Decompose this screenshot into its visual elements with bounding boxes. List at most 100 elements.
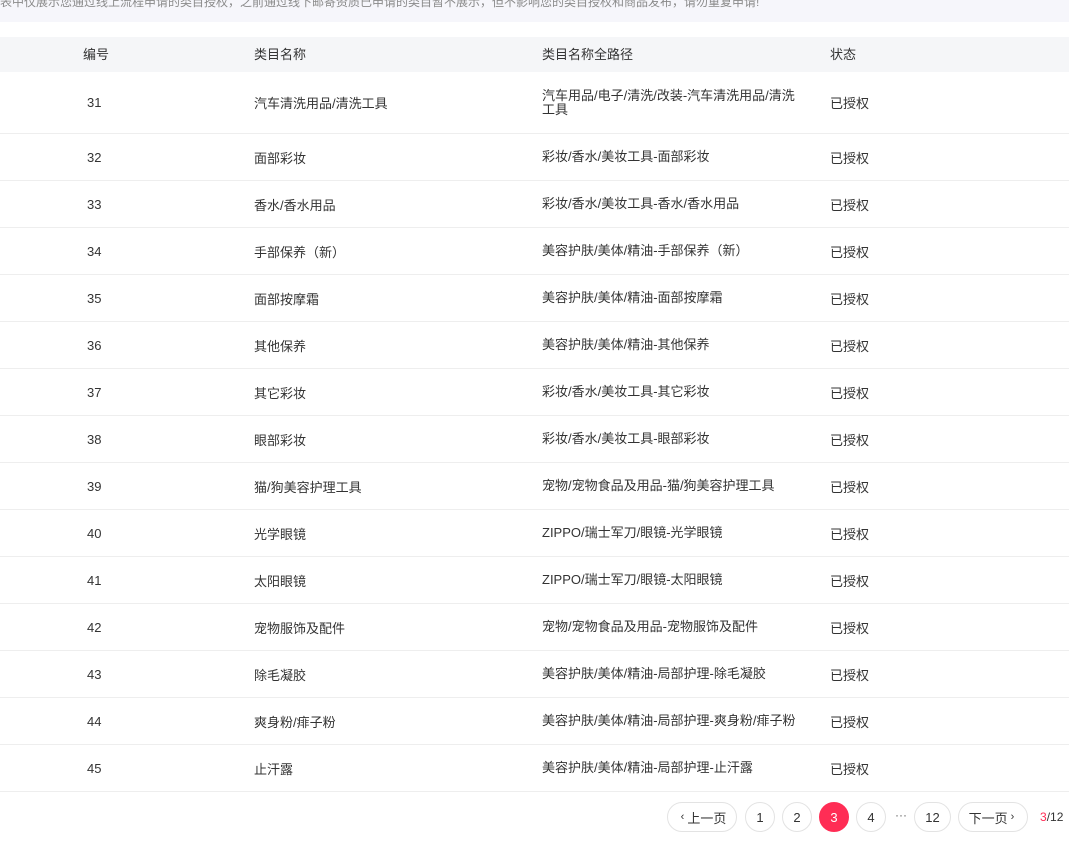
row-name: 宠物服饰及配件: [254, 620, 346, 636]
row-name: 汽车清洗用品/清洗工具: [254, 96, 388, 111]
page-button-2[interactable]: 2: [782, 802, 812, 832]
row-path: ZIPPO/瑞士军刀/眼镜-光学眼镜: [542, 525, 723, 540]
page-button-1[interactable]: 1: [745, 802, 775, 832]
current-page-number: 3: [1040, 810, 1047, 824]
row-status: 已授权: [830, 385, 870, 401]
category-auth-page: 表中仅展示您通过线上流程申请的类目授权，之前通过线下邮寄资质已申请的类目暂不展示…: [0, 0, 1069, 851]
table-row: 33 香水/香水用品 彩妆/香水/美妆工具-香水/香水用品 已授权: [0, 181, 1069, 228]
notice-banner: 表中仅展示您通过线上流程申请的类目授权，之前通过线下邮寄资质已申请的类目暂不展示…: [0, 0, 1069, 22]
row-name: 除毛凝胶: [254, 667, 307, 683]
table-row: 41 太阳眼镜 ZIPPO/瑞士军刀/眼镜-太阳眼镜 已授权: [0, 557, 1069, 604]
row-status: 已授权: [830, 96, 870, 111]
table-row: 31 汽车清洗用品/清洗工具 汽车用品/电子/清洗/改装-汽车清洗用品/清洗工具…: [0, 72, 1069, 134]
row-id: 31: [87, 95, 102, 110]
row-id: 36: [87, 337, 102, 353]
header-status: 状态: [830, 47, 857, 62]
row-id: 32: [87, 149, 102, 165]
row-path: 美容护肤/美体/精油-局部护理-爽身粉/痱子粉: [542, 713, 796, 728]
table-row: 44 爽身粉/痱子粉 美容护肤/美体/精油-局部护理-爽身粉/痱子粉 已授权: [0, 698, 1069, 745]
row-id: 45: [87, 760, 102, 776]
row-id: 34: [87, 243, 102, 259]
table-row: 34 手部保养（新） 美容护肤/美体/精油-手部保养（新） 已授权: [0, 228, 1069, 275]
header-name: 类目名称: [254, 47, 307, 62]
row-path: 彩妆/香水/美妆工具-眼部彩妆: [542, 431, 710, 446]
row-status: 已授权: [830, 479, 870, 495]
next-page-label: 下一页: [968, 810, 1008, 826]
row-path: 宠物/宠物食品及用品-猫/狗美容护理工具: [542, 478, 775, 493]
row-path: 美容护肤/美体/精油-其他保养: [542, 337, 710, 352]
row-name: 太阳眼镜: [254, 573, 307, 589]
table-row: 39 猫/狗美容护理工具 宠物/宠物食品及用品-猫/狗美容护理工具 已授权: [0, 463, 1069, 510]
row-path: 美容护肤/美体/精油-面部按摩霜: [542, 290, 723, 305]
row-status: 已授权: [830, 714, 870, 730]
row-id: 44: [87, 713, 102, 729]
table-row: 40 光学眼镜 ZIPPO/瑞士军刀/眼镜-光学眼镜 已授权: [0, 510, 1069, 557]
prev-page-button[interactable]: ‹ 上一页: [667, 802, 737, 832]
table-row: 36 其他保养 美容护肤/美体/精油-其他保养 已授权: [0, 322, 1069, 369]
table-row: 42 宠物服饰及配件 宠物/宠物食品及用品-宠物服饰及配件 已授权: [0, 604, 1069, 651]
row-path: 美容护肤/美体/精油-局部护理-除毛凝胶: [542, 666, 766, 681]
row-id: 41: [87, 572, 102, 588]
row-status: 已授权: [830, 244, 870, 260]
table-row: 32 面部彩妆 彩妆/香水/美妆工具-面部彩妆 已授权: [0, 134, 1069, 181]
row-status: 已授权: [830, 197, 870, 213]
row-path: ZIPPO/瑞士军刀/眼镜-太阳眼镜: [542, 572, 723, 587]
row-name: 爽身粉/痱子粉: [254, 714, 336, 730]
row-status: 已授权: [830, 150, 870, 166]
row-name: 面部按摩霜: [254, 291, 320, 307]
row-status: 已授权: [830, 338, 870, 354]
row-path: 汽车用品/电子/清洗/改装-汽车清洗用品/清洗工具: [542, 87, 795, 117]
row-status: 已授权: [830, 761, 870, 777]
table-row: 45 止汗露 美容护肤/美体/精油-局部护理-止汗露 已授权: [0, 745, 1069, 792]
row-name: 手部保养（新）: [254, 244, 346, 260]
notice-text: 表中仅展示您通过线上流程申请的类目授权，之前通过线下邮寄资质已申请的类目暂不展示…: [0, 0, 760, 9]
row-path: 宠物/宠物食品及用品-宠物服饰及配件: [542, 619, 758, 634]
row-path: 彩妆/香水/美妆工具-面部彩妆: [542, 149, 710, 164]
row-name: 光学眼镜: [254, 526, 307, 542]
row-name: 猫/狗美容护理工具: [254, 479, 362, 495]
row-name: 止汗露: [254, 761, 294, 777]
page-button-3-current[interactable]: 3: [819, 802, 849, 832]
page-button-4[interactable]: 4: [856, 802, 886, 832]
row-name: 香水/香水用品: [254, 197, 336, 213]
pagination: ‹ 上一页 1 2 3 4 ··· 12 下一页 › 3/12: [0, 802, 1069, 832]
chevron-left-icon: ‹: [680, 811, 685, 823]
row-status: 已授权: [830, 526, 870, 542]
row-path: 彩妆/香水/美妆工具-香水/香水用品: [542, 196, 740, 211]
row-status: 已授权: [830, 573, 870, 589]
row-id: 40: [87, 525, 102, 541]
row-id: 35: [87, 290, 102, 306]
row-status: 已授权: [830, 620, 870, 636]
page-ellipsis: ···: [895, 808, 907, 822]
table-row: 35 面部按摩霜 美容护肤/美体/精油-面部按摩霜 已授权: [0, 275, 1069, 322]
table-body: 31 汽车清洗用品/清洗工具 汽车用品/电子/清洗/改装-汽车清洗用品/清洗工具…: [0, 72, 1069, 792]
row-path: 美容护肤/美体/精油-手部保养（新）: [542, 243, 749, 258]
total-pages: /12: [1046, 810, 1064, 824]
row-name: 面部彩妆: [254, 150, 307, 166]
row-name: 其它彩妆: [254, 385, 307, 401]
page-button-12[interactable]: 12: [914, 802, 951, 832]
row-path: 彩妆/香水/美妆工具-其它彩妆: [542, 384, 710, 399]
row-id: 43: [87, 666, 102, 682]
prev-page-label: 上一页: [687, 810, 727, 826]
chevron-right-icon: ›: [1010, 811, 1015, 823]
row-status: 已授权: [830, 432, 870, 448]
row-id: 37: [87, 384, 102, 400]
row-status: 已授权: [830, 667, 870, 683]
row-path: 美容护肤/美体/精油-局部护理-止汗露: [542, 760, 753, 775]
category-table: 编号 类目名称 类目名称全路径 状态 31 汽车清洗用品/清洗工具 汽车用品/电…: [0, 37, 1069, 792]
table-row: 38 眼部彩妆 彩妆/香水/美妆工具-眼部彩妆 已授权: [0, 416, 1069, 463]
row-id: 39: [87, 478, 102, 494]
table-row: 37 其它彩妆 彩妆/香水/美妆工具-其它彩妆 已授权: [0, 369, 1069, 416]
header-path: 类目名称全路径: [542, 47, 634, 62]
row-name: 眼部彩妆: [254, 432, 307, 448]
table-header: 编号 类目名称 类目名称全路径 状态: [0, 37, 1069, 72]
row-name: 其他保养: [254, 338, 307, 354]
row-id: 42: [87, 619, 102, 635]
row-id: 33: [87, 196, 102, 212]
next-page-button[interactable]: 下一页 ›: [958, 802, 1028, 832]
table-row: 43 除毛凝胶 美容护肤/美体/精油-局部护理-除毛凝胶 已授权: [0, 651, 1069, 698]
row-id: 38: [87, 431, 102, 447]
header-id: 编号: [83, 47, 110, 62]
row-status: 已授权: [830, 291, 870, 307]
